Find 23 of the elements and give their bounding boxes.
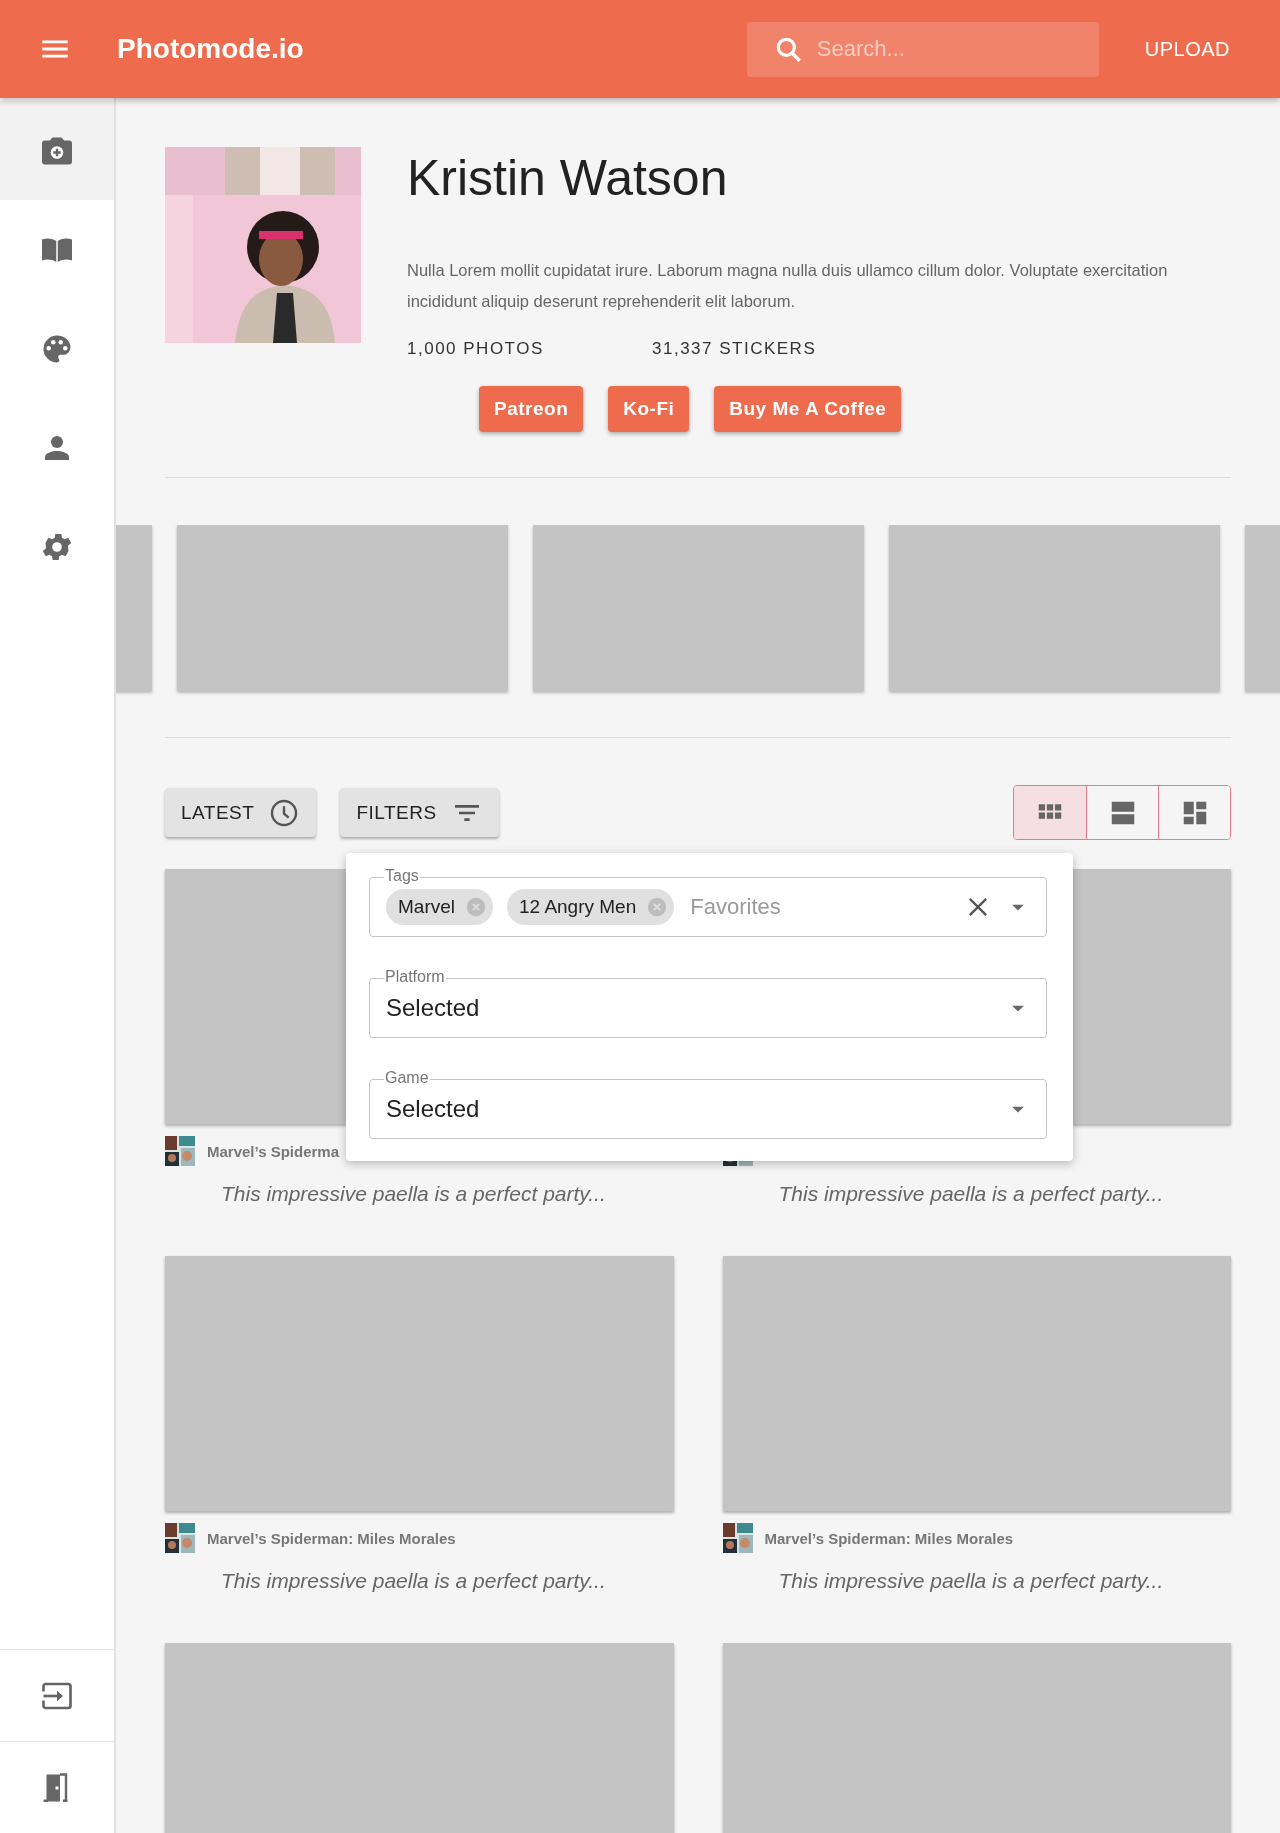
field-value: Selected — [386, 994, 481, 1022]
filters-button[interactable]: FILTERS — [340, 788, 499, 837]
post-description: This impressive paella is a perfect party... — [221, 1569, 607, 1593]
sort-button[interactable]: LATEST — [165, 788, 317, 837]
view-option[interactable] — [1014, 786, 1086, 839]
post-title: Marvel’s Spiderman: Miles Morales — [207, 1529, 456, 1547]
field-label: Tags — [384, 867, 420, 885]
stat-count: 31,337 STICKERS — [652, 339, 818, 359]
app-title: Photomode.io — [117, 33, 304, 65]
field-value: Selected — [386, 1095, 481, 1123]
tag-input[interactable]: Favorites — [688, 893, 964, 921]
view-option[interactable] — [1158, 786, 1230, 839]
sidebar-item[interactable] — [0, 101, 114, 200]
tag-chip[interactable]: Marvel — [386, 889, 493, 925]
post-description: This impressive paella is a perfect party... — [778, 1182, 1165, 1206]
profile-bio: Nulla Lorem mollit cupidatat irure. Laborum magna nulla duis ullamco cillum dolor. Voluptate exercitation incididunt aliquip deserunt reprehenderit elit laborum. — [407, 260, 1169, 312]
post-title: Marvel’s Spiderman: Miles Morales — [764, 1529, 1014, 1547]
post-description: This impressive paella is a perfect party... — [221, 1182, 607, 1206]
stat-count: 1,000 PHOTOS — [407, 339, 545, 359]
post-description: This impressive paella is a perfect party... — [778, 1569, 1165, 1593]
tag-chip[interactable]: 12 Angry Men — [507, 889, 675, 925]
post-title: Marvel’s Spiderma — [207, 1142, 339, 1160]
profile-name: Kristin Watson — [407, 149, 729, 208]
